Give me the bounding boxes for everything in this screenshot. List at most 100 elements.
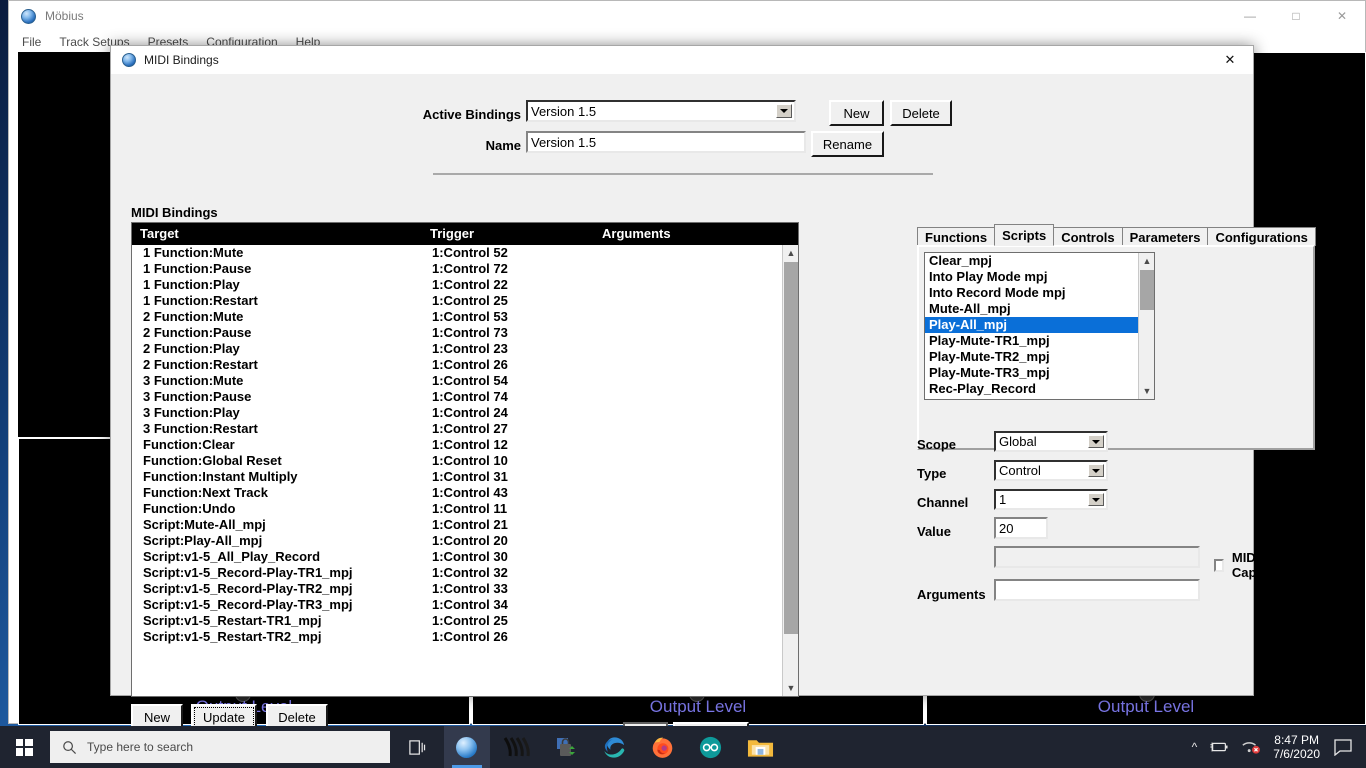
tab-scripts[interactable]: Scripts	[994, 224, 1055, 246]
network-disconnected-icon[interactable]	[1241, 739, 1261, 755]
midi-capture-checkbox-group[interactable]: MIDI Capture	[1214, 550, 1284, 580]
cell-target: Script:v1-5_Restart-TR2_mpj	[143, 629, 322, 644]
search-placeholder: Type here to search	[87, 740, 194, 754]
table-row[interactable]: 3 Function:Pause 1:Control 74	[132, 389, 782, 405]
chevron-down-icon[interactable]	[1088, 464, 1104, 477]
table-row[interactable]: Script:v1-5_Record-Play-TR3_mpj 1:Control…	[132, 597, 782, 613]
table-row[interactable]: 1 Function:Restart 1:Control 25	[132, 293, 782, 309]
table-row[interactable]: Script:v1-5_Record-Play-TR1_mpj 1:Control…	[132, 565, 782, 581]
column-header-target[interactable]: Target	[140, 226, 179, 241]
firefox-browser-icon[interactable]	[642, 731, 682, 763]
scroll-down-icon[interactable]: ▼	[783, 680, 798, 696]
script-list-item[interactable]: Into Record Mode mpj	[925, 285, 1138, 301]
table-row[interactable]: 3 Function:Play 1:Control 24	[132, 405, 782, 421]
scroll-up-icon[interactable]: ▲	[1139, 253, 1154, 269]
table-row[interactable]: 2 Function:Mute 1:Control 53	[132, 309, 782, 325]
tab-configurations[interactable]: Configurations	[1207, 227, 1316, 246]
scroll-down-icon[interactable]: ▼	[1139, 383, 1154, 399]
arduino-icon[interactable]	[690, 731, 730, 763]
action-center-icon[interactable]	[1334, 738, 1352, 756]
task-view-icon[interactable]	[396, 731, 436, 763]
maximize-icon[interactable]: □	[1273, 1, 1319, 31]
table-row[interactable]: 1 Function:Play 1:Control 22	[132, 277, 782, 293]
midi-capture-checkbox[interactable]	[1214, 558, 1224, 572]
table-row[interactable]: Script:v1-5_All_Play_Record 1:Control 30	[132, 549, 782, 565]
edge-browser-icon[interactable]	[594, 731, 634, 763]
script-list-item[interactable]: Record-Play-TR1_mpj	[925, 397, 1138, 399]
table-row[interactable]: 1 Function:Pause 1:Control 72	[132, 261, 782, 277]
scrollbar-thumb[interactable]	[784, 262, 798, 634]
channel-select[interactable]: 1	[994, 489, 1108, 510]
column-header-arguments[interactable]: Arguments	[602, 226, 671, 241]
script-list-items[interactable]: Clear_mpj Into Play Mode mpj Into Record M…	[925, 253, 1138, 399]
table-row[interactable]: Script:v1-5_Restart-TR1_mpj 1:Control 25	[132, 613, 782, 629]
taskbar-app-mobius[interactable]	[444, 726, 490, 768]
script-list-item[interactable]: Mute-All_mpj	[925, 301, 1138, 317]
column-header-trigger[interactable]: Trigger	[430, 226, 474, 241]
arguments-input[interactable]	[994, 579, 1200, 601]
tab-functions[interactable]: Functions	[917, 227, 996, 246]
scope-select[interactable]: Global	[994, 431, 1108, 452]
minimize-icon[interactable]: —	[1227, 1, 1273, 31]
cell-trigger: 1:Control 33	[432, 581, 508, 596]
type-select[interactable]: Control	[994, 460, 1108, 481]
mobius-title-bar: Möbius	[9, 1, 1365, 31]
table-row[interactable]: 2 Function:Restart 1:Control 26	[132, 357, 782, 373]
script-list-scrollbar[interactable]: ▲ ▼	[1138, 253, 1154, 399]
cell-target: 1 Function:Mute	[143, 245, 244, 260]
script-list-item[interactable]: Play-Mute-TR1_mpj	[925, 333, 1138, 349]
system-tray: ^ 8:47 PM 7/6/2020	[1192, 726, 1366, 768]
cell-target: 1 Function:Restart	[143, 293, 258, 308]
delete-bindings-button[interactable]: Delete	[890, 100, 952, 126]
chevron-down-icon[interactable]	[1088, 435, 1104, 448]
script-list-item[interactable]: Clear_mpj	[925, 253, 1138, 269]
bindings-table-scrollbar[interactable]: ▲ ▼	[782, 245, 798, 696]
value-input[interactable]: 20	[994, 517, 1048, 539]
table-row[interactable]: Function:Clear 1:Control 12	[132, 437, 782, 453]
table-row[interactable]: Script:Mute-All_mpj 1:Control 21	[132, 517, 782, 533]
scrollbar-thumb[interactable]	[1140, 270, 1154, 310]
table-row[interactable]: 3 Function:Restart 1:Control 27	[132, 421, 782, 437]
script-list-item[interactable]: Rec-Play_Record	[925, 381, 1138, 397]
chevron-up-icon[interactable]: ^	[1192, 740, 1198, 754]
table-row[interactable]: Script:Play-All_mpj 1:Control 20	[132, 533, 782, 549]
chevron-down-icon[interactable]	[1088, 493, 1104, 506]
table-row[interactable]: 2 Function:Pause 1:Control 73	[132, 325, 782, 341]
table-row[interactable]: Function:Next Track 1:Control 43	[132, 485, 782, 501]
battery-charging-icon[interactable]	[1209, 740, 1229, 754]
table-row[interactable]: Script:v1-5_Record-Play-TR2_mpj 1:Control…	[132, 581, 782, 597]
security-lock-icon[interactable]	[546, 731, 586, 763]
audio-waveform-icon[interactable]	[498, 731, 534, 763]
table-body[interactable]: 1 Function:Mute 1:Control 52 1 Function:Pa…	[132, 245, 782, 696]
chevron-down-icon[interactable]	[776, 104, 792, 118]
table-row[interactable]: 3 Function:Mute 1:Control 54	[132, 373, 782, 389]
search-input[interactable]: Type here to search	[50, 731, 390, 763]
menu-item-file[interactable]: File	[22, 35, 41, 49]
cell-trigger: 1:Control 32	[432, 565, 508, 580]
table-row[interactable]: Function:Undo 1:Control 11	[132, 501, 782, 517]
cell-target: 3 Function:Restart	[143, 421, 258, 436]
table-row[interactable]: Function:Global Reset 1:Control 10	[132, 453, 782, 469]
table-row[interactable]: Function:Instant Multiply 1:Control 31	[132, 469, 782, 485]
script-list-item[interactable]: Into Play Mode mpj	[925, 269, 1138, 285]
name-input[interactable]: Version 1.5	[526, 131, 806, 153]
rename-button[interactable]: Rename	[811, 131, 884, 157]
active-bindings-select[interactable]: Version 1.5	[526, 100, 796, 122]
new-bindings-button[interactable]: New	[829, 100, 884, 126]
script-list-item[interactable]: Play-Mute-TR3_mpj	[925, 365, 1138, 381]
script-list-item[interactable]: Play-All_mpj	[925, 317, 1138, 333]
table-row[interactable]: 2 Function:Play 1:Control 23	[132, 341, 782, 357]
close-icon[interactable]: ✕	[1207, 46, 1253, 74]
tab-parameters[interactable]: Parameters	[1121, 227, 1209, 246]
type-value: Control	[999, 463, 1041, 478]
scroll-up-icon[interactable]: ▲	[783, 245, 798, 261]
table-row[interactable]: 1 Function:Mute 1:Control 52	[132, 245, 782, 261]
clock[interactable]: 8:47 PM 7/6/2020	[1273, 733, 1320, 761]
close-icon[interactable]: ✕	[1319, 1, 1365, 31]
tab-controls[interactable]: Controls	[1053, 227, 1123, 246]
script-list[interactable]: Clear_mpj Into Play Mode mpj Into Record M…	[924, 252, 1155, 400]
windows-start-icon[interactable]	[0, 726, 48, 768]
file-explorer-icon[interactable]	[740, 731, 780, 763]
table-row[interactable]: Script:v1-5_Restart-TR2_mpj 1:Control 26	[132, 629, 782, 645]
script-list-item[interactable]: Play-Mute-TR2_mpj	[925, 349, 1138, 365]
